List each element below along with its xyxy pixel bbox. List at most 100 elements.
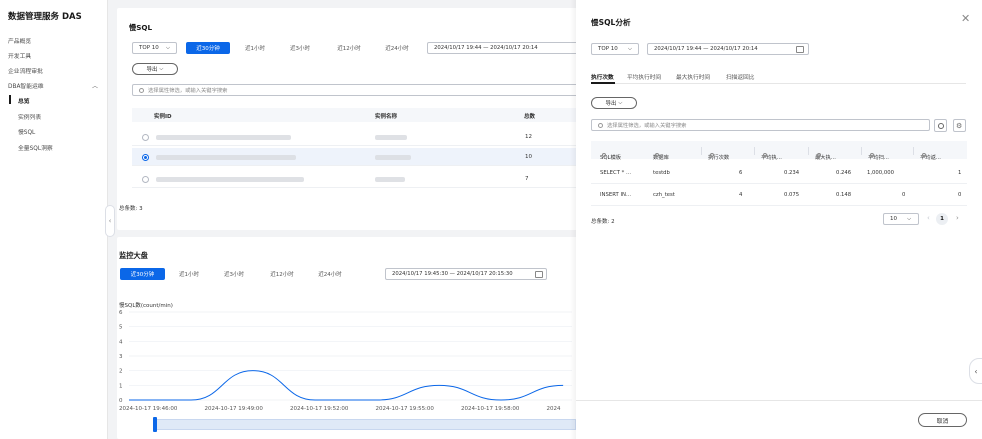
calendar-icon[interactable] [535, 271, 543, 278]
chevron-down-icon: ⌵ [907, 215, 912, 222]
range-24h[interactable]: 近24小时 [375, 42, 419, 54]
gear-icon: ⚙ [956, 122, 963, 130]
table-row[interactable]: 12 [132, 128, 587, 146]
active-tab-indicator [591, 82, 615, 84]
sidebar-item-dashboard[interactable]: 总览 [18, 96, 30, 105]
slow-sql-panel: 慢SQL TOP 10 ⌵ 近30分钟 近1小时 近3小时 近12小时 近24小时… [117, 8, 587, 230]
page-size-select[interactable]: 10 ⌵ [883, 213, 919, 225]
next-page-icon[interactable]: › [956, 214, 959, 222]
sidebar-item-approval[interactable]: 企业流程审批 [8, 66, 43, 75]
cell-avg-return: 0 [958, 192, 962, 198]
sidebar-item-sql-insight[interactable]: 全量SQL洞察 [18, 143, 53, 152]
cell-avg-scan: 0 [902, 192, 906, 198]
redacted-instance-name [375, 177, 405, 182]
table-row[interactable]: SELECT * ... testdb 6 0.234 0.246 1,000,… [591, 162, 967, 184]
cell-database: testdb [653, 170, 670, 176]
search-input[interactable]: 选择属性筛选，或输入关键字搜索 [132, 84, 587, 96]
collapse-sidebar-button[interactable]: ‹ [105, 205, 115, 237]
calendar-icon[interactable] [796, 46, 804, 53]
range-12h[interactable]: 近12小时 [327, 42, 371, 54]
total-count: 总条数: 3 [119, 206, 143, 212]
cell-max-exec: 0.246 [836, 170, 852, 176]
settings-button[interactable]: ⚙ [953, 119, 966, 132]
search-placeholder: 选择属性筛选，或输入关键字搜索 [607, 123, 687, 129]
sidebar-item-overview[interactable]: 产品概览 [8, 36, 31, 45]
expand-side-button[interactable]: ‹ [969, 358, 982, 384]
cell-avg-exec: 0.234 [784, 170, 800, 176]
panel-title: 监控大盘 [119, 251, 148, 260]
x-tick-label: 2024-10-17 19:58:00 [461, 406, 520, 412]
cell-exec-count: 4 [739, 192, 743, 198]
y-tick-label: 4 [119, 339, 123, 345]
row-count: 12 [525, 134, 532, 140]
search-icon [598, 122, 603, 128]
range-12h[interactable]: 近12小时 [260, 268, 304, 280]
date-range-picker[interactable]: 2024/10/17 19:44 — 2024/10/17 20:14 [427, 42, 587, 54]
redacted-instance-id [156, 135, 291, 140]
range-30min[interactable]: 近30分钟 [120, 268, 165, 280]
range-slider-handle[interactable] [153, 417, 157, 432]
chevron-up-icon[interactable]: ︿ [92, 81, 98, 90]
col-instance-id: 实例ID [154, 114, 172, 120]
range-3h[interactable]: 近3小时 [280, 42, 320, 54]
prev-page-icon[interactable]: ‹ [927, 214, 930, 222]
cell-sql-template[interactable]: INSERT IN... [600, 192, 631, 198]
sidebar-item-dev-tools[interactable]: 开发工具 [8, 51, 31, 60]
x-tick-label: 2024 [547, 406, 561, 412]
redacted-instance-id [156, 155, 296, 160]
tab-max-exec-time[interactable]: 最大执行时间 [676, 72, 710, 81]
top-select[interactable]: TOP 10 ⌵ [132, 42, 177, 54]
cell-exec-count: 6 [739, 170, 743, 176]
sidebar-item-dba-ops[interactable]: DBA智能运维 [8, 81, 44, 90]
y-tick-label: 2 [119, 369, 123, 375]
row-radio[interactable] [142, 134, 149, 141]
drawer-title: 慢SQL分析 [591, 18, 631, 27]
export-label: 导出 [605, 101, 617, 107]
close-icon[interactable]: ✕ [961, 12, 970, 25]
refresh-icon [938, 123, 944, 129]
chevron-down-icon: ⌵ [165, 44, 170, 51]
col-total: 总数 [524, 114, 536, 120]
y-tick-label: 3 [119, 354, 123, 360]
sidebar-item-instances[interactable]: 实例列表 [18, 112, 41, 121]
top-select-value: TOP 10 [598, 46, 618, 52]
export-button[interactable]: 导出 ⌵ [591, 97, 637, 109]
table-header: 实例ID 实例名称 总数 [132, 108, 587, 122]
table-row[interactable]: INSERT IN... czh_test 4 0.075 0.148 0 0 [591, 184, 967, 206]
cell-database: czh_test [653, 192, 675, 198]
tab-exec-count[interactable]: 执行次数 [591, 72, 614, 81]
search-input[interactable]: 选择属性筛选，或输入关键字搜索 [591, 119, 930, 131]
footer-divider [576, 400, 982, 401]
tab-avg-exec-time[interactable]: 平均执行时间 [627, 72, 661, 81]
chevron-down-icon: ⌵ [627, 45, 632, 52]
x-tick-label: 2024-10-17 19:49:00 [205, 406, 264, 412]
date-range-picker[interactable]: 2024/10/17 19:44 — 2024/10/17 20:14 [647, 43, 809, 55]
page-number[interactable]: 1 [936, 213, 948, 225]
tab-divider [591, 83, 966, 84]
redacted-instance-id [156, 177, 304, 182]
range-3h[interactable]: 近3小时 [214, 268, 254, 280]
table-header: SQL模板 数据库 执行次数 平均执... 最大执... 平均扫... 平均返.… [591, 141, 967, 161]
cell-avg-return: 1 [958, 170, 962, 176]
row-radio[interactable] [142, 154, 149, 161]
range-24h[interactable]: 近24小时 [308, 268, 352, 280]
refresh-button[interactable] [934, 119, 947, 132]
page-size-value: 10 [890, 216, 897, 222]
time-range-slider[interactable] [154, 419, 576, 430]
table-row[interactable]: 7 [132, 170, 587, 188]
y-axis-label: 慢SQL数(count/min) [119, 301, 173, 309]
tab-scan-return-ratio[interactable]: 扫描返回比 [726, 72, 754, 81]
table-row[interactable]: 10 [132, 148, 587, 166]
row-radio[interactable] [142, 176, 149, 183]
range-30min[interactable]: 近30分钟 [186, 42, 230, 54]
range-1h[interactable]: 近1小时 [235, 42, 275, 54]
search-placeholder: 选择属性筛选，或输入关键字搜索 [148, 88, 228, 94]
top-select[interactable]: TOP 10 ⌵ [591, 43, 639, 55]
slow-sql-chart: 慢SQL数(count/min) 0 1 2 3 4 5 6 2024-10-17 19:46:… [119, 301, 572, 412]
export-button[interactable]: 导出 ⌵ [132, 63, 178, 75]
sidebar-item-slow-sql[interactable]: 慢SQL [18, 127, 35, 136]
range-1h[interactable]: 近1小时 [169, 268, 209, 280]
date-range-picker[interactable]: 2024/10/17 19:45:30 — 2024/10/17 20:15:3… [385, 268, 547, 280]
cell-sql-template[interactable]: SELECT * ... [600, 170, 631, 176]
cancel-button[interactable]: 取消 [918, 413, 967, 427]
